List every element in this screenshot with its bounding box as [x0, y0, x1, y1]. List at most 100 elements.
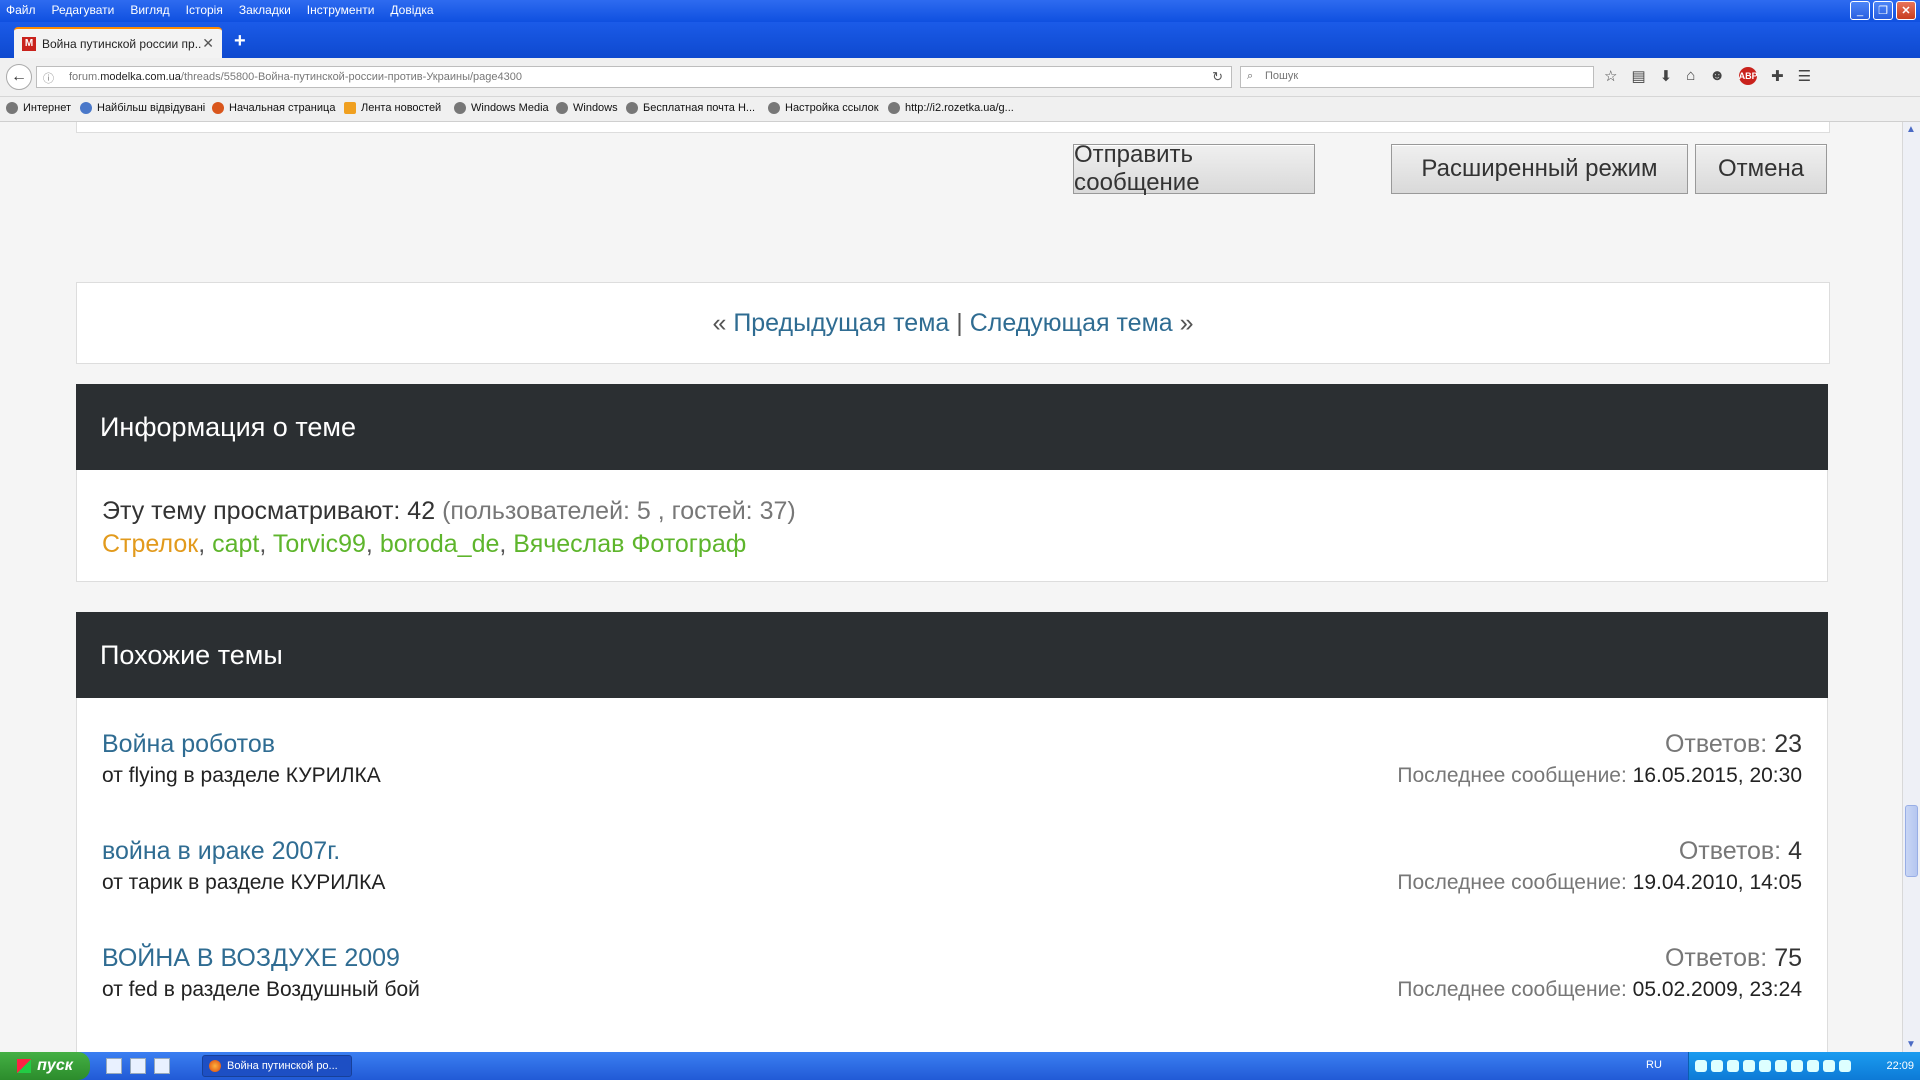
- bookmark-item[interactable]: Бесплатная почта Н...: [626, 102, 755, 114]
- viewers-summary: Эту тему просматривают: 42 (пользователе…: [102, 497, 796, 525]
- similar-threads-heading: Похожие темы: [76, 612, 1828, 698]
- system-clock: 22:09: [1886, 1060, 1914, 1072]
- viewer-user-link[interactable]: Вячеслав Фотограф: [513, 530, 746, 558]
- globe-icon: [454, 102, 466, 114]
- browser-tab-active[interactable]: М Война путинской россии пр... ✕: [14, 27, 222, 58]
- quick-launch-icon[interactable]: [130, 1058, 146, 1074]
- language-indicator[interactable]: RU: [1646, 1059, 1662, 1071]
- bookmark-item[interactable]: Интернет: [6, 102, 71, 114]
- cancel-button[interactable]: Отмена: [1695, 144, 1827, 194]
- tray-icon[interactable]: [1727, 1060, 1739, 1072]
- globe-icon: [556, 102, 568, 114]
- tray-icon[interactable]: [1759, 1060, 1771, 1072]
- previous-thread-link[interactable]: Предыдущая тема: [733, 309, 949, 338]
- tray-icon[interactable]: [1839, 1060, 1851, 1072]
- tab-title: Война путинской россии пр...: [42, 37, 202, 51]
- taskbar-window-button[interactable]: Война путинской ро...: [202, 1055, 352, 1077]
- reply-panel-edge: [76, 122, 1830, 133]
- toolbar-icons: ☆ ▤ ⬇ ⌂ ☻ ABP ✚ ☰: [1604, 67, 1811, 85]
- tray-icon[interactable]: [1711, 1060, 1723, 1072]
- address-bar[interactable]: ⓘ forum.modelka.com.ua/threads/55800-Вой…: [36, 66, 1232, 88]
- minimize-button[interactable]: _: [1850, 1, 1870, 20]
- navigation-toolbar: ← ⓘ forum.modelka.com.ua/threads/55800-В…: [0, 58, 1920, 97]
- list-item: Война роботов от flying в разделе КУРИЛК…: [102, 730, 1802, 800]
- nav-prefix: «: [712, 308, 727, 337]
- close-window-button[interactable]: ✕: [1896, 1, 1916, 20]
- quick-launch-icon[interactable]: [106, 1058, 122, 1074]
- menu-history[interactable]: Історія: [186, 3, 223, 17]
- menu-file[interactable]: Файл: [6, 3, 36, 17]
- thread-replies: Ответов: 4: [1678, 837, 1802, 865]
- tray-icon[interactable]: [1695, 1060, 1707, 1072]
- list-item: война в ираке 2007г. от тарик в разделе …: [102, 837, 1802, 907]
- chat-icon[interactable]: ☻: [1709, 67, 1725, 85]
- send-message-button[interactable]: Отправить сообщение: [1073, 141, 1315, 196]
- quick-launch-icon[interactable]: [154, 1058, 170, 1074]
- menu-help[interactable]: Довідка: [390, 3, 433, 17]
- menu-edit[interactable]: Редагувати: [52, 3, 115, 17]
- start-button[interactable]: пуск: [0, 1052, 90, 1080]
- thread-meta: от fed в разделе Воздушный бой: [102, 978, 420, 1001]
- page-scrollbar[interactable]: ▲ ▼: [1902, 122, 1920, 1052]
- quick-launch: [106, 1058, 170, 1074]
- site-info-icon[interactable]: ⓘ: [43, 70, 54, 86]
- folder-icon: [80, 102, 92, 114]
- viewer-user-link[interactable]: capt: [212, 530, 259, 558]
- system-tray: 22:09: [1688, 1052, 1920, 1080]
- restore-button[interactable]: ❐: [1873, 1, 1893, 20]
- firefox-icon: [212, 102, 224, 114]
- adblock-icon[interactable]: ABP: [1739, 67, 1758, 85]
- scroll-down-icon[interactable]: ▼: [1906, 1039, 1916, 1050]
- thread-viewers-panel: Эту тему просматривают: 42 (пользователе…: [76, 470, 1828, 582]
- reload-icon[interactable]: ↻: [1212, 69, 1223, 85]
- bookmark-item[interactable]: http://i2.rozetka.ua/g...: [888, 102, 1014, 114]
- thread-navigation: « Предыдущая тема | Следующая тема »: [76, 282, 1830, 364]
- viewer-user-link[interactable]: Torvic99: [273, 530, 366, 558]
- new-tab-button[interactable]: +: [234, 30, 246, 53]
- viewer-user-link[interactable]: Стрелок: [102, 530, 198, 558]
- close-tab-icon[interactable]: ✕: [202, 35, 214, 52]
- menu-items: Файл Редагувати Вигляд Історія Закладки …: [6, 3, 434, 17]
- menu-tools[interactable]: Інструменти: [307, 3, 375, 17]
- bookmark-item[interactable]: Лента новостей: [344, 102, 441, 114]
- tray-icon[interactable]: [1743, 1060, 1755, 1072]
- hamburger-menu-icon[interactable]: ☰: [1798, 67, 1811, 85]
- viewers-count: 42: [407, 497, 436, 525]
- address-url: forum.modelka.com.ua/threads/55800-Война…: [69, 71, 522, 83]
- advanced-mode-button[interactable]: Расширенный режим: [1391, 144, 1688, 194]
- tray-icon[interactable]: [1823, 1060, 1835, 1072]
- thread-info-heading: Информация о теме: [76, 384, 1828, 470]
- tray-icon[interactable]: [1775, 1060, 1787, 1072]
- bookmark-item[interactable]: Настройка ссылок: [768, 102, 879, 114]
- similar-thread-link[interactable]: война в ираке 2007г.: [102, 837, 340, 866]
- windows-logo-icon: [17, 1059, 32, 1073]
- extension-icon[interactable]: ✚: [1771, 67, 1784, 85]
- menu-bar: Файл Редагувати Вигляд Історія Закладки …: [0, 0, 1920, 22]
- scroll-up-icon[interactable]: ▲: [1906, 124, 1916, 135]
- search-icon: ⌕: [1247, 70, 1254, 82]
- bookmark-star-icon[interactable]: ☆: [1604, 67, 1617, 85]
- bookmark-item[interactable]: Начальная страница: [212, 102, 335, 114]
- search-input[interactable]: [1263, 69, 1587, 83]
- search-box[interactable]: ⌕: [1240, 66, 1594, 88]
- viewer-user-list: Стрелок, capt, Torvic99, boroda_de, Вяче…: [102, 530, 747, 558]
- next-thread-link[interactable]: Следующая тема: [970, 309, 1173, 338]
- similar-thread-link[interactable]: ВОЙНА В ВОЗДУХЕ 2009: [102, 944, 400, 973]
- globe-icon: [6, 102, 18, 114]
- tray-icon[interactable]: [1807, 1060, 1819, 1072]
- back-button[interactable]: ←: [6, 64, 32, 90]
- download-icon[interactable]: ⬇: [1660, 67, 1673, 85]
- bookmark-item[interactable]: Windows Media: [454, 102, 549, 114]
- arrow-left-icon: ←: [11, 68, 27, 85]
- menu-bookmarks[interactable]: Закладки: [239, 3, 291, 17]
- home-icon[interactable]: ⌂: [1686, 67, 1695, 85]
- similar-thread-link[interactable]: Война роботов: [102, 730, 275, 759]
- reading-list-icon[interactable]: ▤: [1631, 67, 1645, 85]
- menu-view[interactable]: Вигляд: [130, 3, 169, 17]
- bookmark-item[interactable]: Windows: [556, 102, 618, 114]
- bookmark-item[interactable]: Найбільш відвідувані: [80, 102, 205, 114]
- window-controls: _ ❐ ✕: [1850, 1, 1916, 20]
- tray-icon[interactable]: [1791, 1060, 1803, 1072]
- viewer-user-link[interactable]: boroda_de: [380, 530, 500, 558]
- scrollbar-thumb[interactable]: [1905, 805, 1918, 877]
